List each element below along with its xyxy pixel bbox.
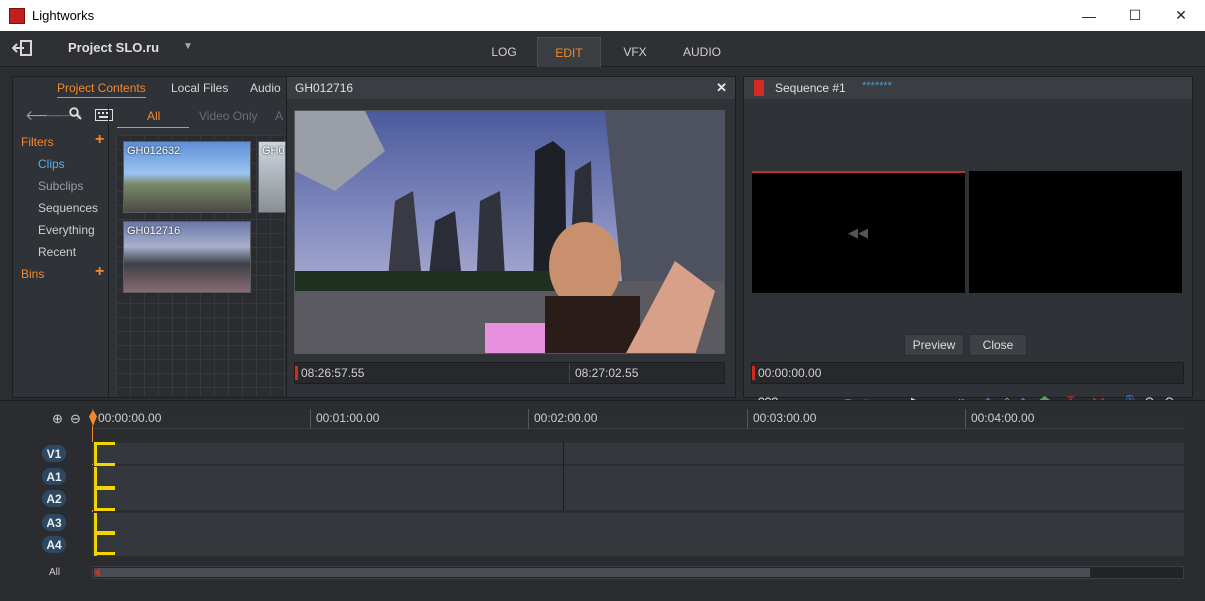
playhead-marker (295, 366, 298, 380)
tab-log[interactable]: LOG (474, 37, 534, 67)
clip-thumbnail[interactable]: GH012716 (123, 221, 251, 293)
track-bracket (94, 531, 115, 535)
window-titlebar: Lightworks — ☐ ✕ (0, 0, 1205, 31)
track-bracket (94, 552, 115, 555)
clip-name: GH0 (262, 145, 285, 157)
clip-name: GH012716 (127, 225, 181, 237)
tab-vfx[interactable]: VFX (606, 37, 664, 67)
sequence-title: Sequence #1 (775, 81, 846, 95)
zoom-in-icon[interactable]: ⊕ (52, 411, 63, 427)
tab-project-contents[interactable]: Project Contents (57, 81, 146, 98)
ruler-tick: 00:04:00.00 (965, 409, 1034, 429)
timeline-scrollbar-thumb[interactable] (94, 568, 1090, 577)
clip-thumbnail[interactable]: GH012632 (123, 141, 251, 213)
sequence-left-screen[interactable]: ◀◀ (752, 171, 965, 293)
track-bracket (94, 486, 115, 490)
tab-audio-files[interactable]: Audio (250, 81, 281, 95)
sidebar-divider (108, 103, 109, 398)
ruler-tick: 00:02:00.00 (528, 409, 597, 429)
playhead-marker (752, 366, 755, 380)
add-bin-icon[interactable]: + (95, 263, 104, 281)
timeline-scrollbar[interactable] (92, 566, 1184, 579)
sidebar-item-everything[interactable]: Everything (38, 223, 95, 237)
ruler-tick: 00:03:00.00 (747, 409, 816, 429)
sidebar-item-recent[interactable]: Recent (38, 245, 76, 259)
video-frame[interactable] (294, 110, 725, 354)
bins-label: Bins (21, 267, 45, 281)
viewer-clip-title: GH012716 (295, 81, 354, 95)
sidebar-item-subclips[interactable]: Subclips (38, 179, 83, 193)
subtab-video-only[interactable]: Video Only (199, 109, 257, 123)
track-label-a4[interactable]: A4 (42, 536, 66, 553)
ruler-tick: 00:00:00.00 (92, 409, 161, 429)
sidebar-item-clips[interactable]: Clips (38, 157, 65, 171)
track-label-a1[interactable]: A1 (42, 468, 66, 485)
ruler-tick: 00:01:00.00 (310, 409, 379, 429)
lightworks-logo-icon (9, 7, 25, 24)
tab-edit[interactable]: EDIT (537, 37, 601, 67)
maximize-button[interactable]: ☐ (1112, 0, 1158, 31)
subtab-all-underline (117, 127, 189, 128)
all-tracks-button[interactable]: All (49, 567, 60, 578)
close-sequence-button[interactable]: Close (969, 334, 1027, 356)
sequence-timecode-bar[interactable]: 00:00:00.00 (751, 362, 1184, 384)
add-filter-icon[interactable]: + (95, 131, 104, 149)
close-window-button[interactable]: ✕ (1158, 0, 1204, 31)
timecode-in: 08:26:57.55 (301, 366, 365, 380)
keyboard-icon[interactable] (95, 108, 113, 124)
track-row-a1-a2[interactable] (92, 465, 1184, 510)
subtab-audio-only[interactable]: A (275, 109, 283, 123)
tab-local-files[interactable]: Local Files (171, 81, 228, 95)
project-name[interactable]: Project SLO.ru (68, 40, 159, 55)
track-bracket (94, 463, 115, 466)
search-icon[interactable] (69, 107, 82, 123)
preview-button[interactable]: Preview (904, 334, 964, 356)
video-frame-image (295, 111, 724, 353)
sequence-panel: Sequence #1 ******* ◀◀ Preview Close 00:… (743, 76, 1193, 398)
tab-audio[interactable]: AUDIO (670, 37, 734, 67)
timecode-out: 08:27:02.55 (575, 366, 639, 380)
clip-grid[interactable]: GH012632 GH0 GH012716 (116, 135, 286, 397)
app-menubar: Project SLO.ru ▼ LOG EDIT VFX AUDIO (0, 31, 1205, 67)
clip-thumbnail[interactable]: GH0 (258, 141, 286, 213)
project-menu-chevron-icon[interactable]: ▼ (183, 41, 193, 52)
track-bracket (94, 508, 115, 511)
track-row-v1[interactable] (92, 442, 1184, 464)
source-viewer-panel: GH012716 ✕ 08:26:57.55 08:27:02.55 (286, 76, 736, 398)
record-marker-icon (754, 80, 764, 96)
source-timecode-bar[interactable]: 08:26:57.55 08:27:02.55 (294, 362, 725, 384)
timecode-divider (569, 363, 570, 383)
filters-label: Filters (21, 135, 54, 149)
sequence-timecode: 00:00:00.00 (758, 366, 822, 380)
track-label-a3[interactable]: A3 (42, 514, 66, 531)
sidebar-item-sequences[interactable]: Sequences (38, 201, 98, 215)
track-label-v1[interactable]: V1 (42, 445, 66, 462)
subtab-all[interactable]: All (147, 109, 160, 123)
zoom-out-icon[interactable]: ⊖ (70, 411, 81, 427)
project-contents-panel: Project Contents Local Files Audio 🡐 🡒 F… (12, 76, 287, 398)
timeline-ruler[interactable]: 00:00:00.00 00:01:00.00 00:02:00.00 00:0… (92, 409, 1184, 429)
rewind-icon: ◀◀ (848, 225, 868, 240)
clip-name: GH012632 (127, 145, 181, 157)
track-label-a2[interactable]: A2 (42, 490, 66, 507)
window-title: Lightworks (32, 8, 95, 23)
exit-project-icon[interactable] (11, 39, 34, 57)
viewer-close-icon[interactable]: ✕ (716, 80, 727, 96)
track-row-a3-a4[interactable] (92, 512, 1184, 556)
sequence-dots: ******* (862, 80, 892, 92)
timeline-cut-line (563, 442, 564, 510)
sequence-right-screen[interactable] (969, 171, 1182, 293)
minimize-button[interactable]: — (1066, 0, 1112, 31)
track-bracket (94, 442, 115, 445)
